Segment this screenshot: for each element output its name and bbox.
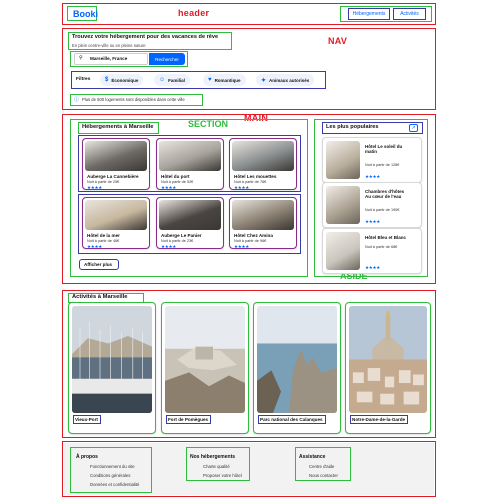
footer-link[interactable]: Proposer votre hôtel	[203, 473, 242, 478]
card-annotation-box	[156, 197, 224, 249]
nav-link-hebergements[interactable]: Hébergements	[348, 8, 390, 20]
card-annotation-box	[229, 197, 297, 249]
chart-icon: ↗	[409, 124, 418, 132]
rating-stars-icon: ★★★★	[365, 219, 380, 224]
map-pin-icon: ⚲	[79, 55, 83, 61]
card-annotation-box	[82, 197, 150, 249]
hebergement-card[interactable]: Hôtel du port Nuit à partir de 52€ ★★★★	[156, 138, 224, 190]
hebergement-card[interactable]: Auberge La Cannebière Nuit à partir de 25…	[82, 138, 150, 190]
popular-name: Chambres d'hôtes Au cœur de l'eau	[365, 189, 405, 200]
nav-link-activites[interactable]: Activités	[393, 8, 426, 20]
search-title: Trouvez votre hébergement pour des vacan…	[72, 34, 219, 40]
footer-hebergements-title: Nos hébergements	[190, 454, 236, 460]
popular-price: Nuit à partir de 128€	[365, 163, 400, 167]
popular-photo	[326, 232, 360, 270]
nav-link-hebergements-label: Hébergements	[352, 11, 386, 17]
section-annotation-label: SECTION	[188, 119, 229, 129]
info-text: Plus de 500 logements sont disponibles d…	[82, 97, 185, 102]
footer-assistance-title: Assistance	[299, 454, 326, 460]
footer-about-title: À propos	[76, 454, 98, 460]
activity-card[interactable]: Notre-Dame-de-la-Garde	[345, 302, 431, 434]
search-location-value: Marseille, France	[90, 56, 128, 61]
footer-link[interactable]: Nous contacter	[309, 473, 338, 478]
hebergements-title: Hébergements à Marseille	[82, 124, 154, 130]
footer-link[interactable]: Centre d'aide	[309, 464, 334, 469]
hebergement-card[interactable]: Auberge Le Panier Nuit à partir de 23€ ★★★…	[156, 197, 224, 249]
activity-card[interactable]: Parc national des Calanques	[253, 302, 341, 434]
footer-link[interactable]: Fonctionnement du site	[90, 464, 135, 469]
popular-photo	[326, 141, 360, 179]
filter-animaux[interactable]: ✦ Animaux autorisés	[256, 74, 315, 86]
popular-card[interactable]: Hôtel Bleu et Blanc Nuit à partir de 68€ ★…	[322, 228, 422, 274]
populaires-title: Les plus populaires	[326, 124, 379, 130]
nav-link-activites-label: Activités	[400, 11, 419, 17]
activity-card[interactable]: Fort de Pomègues	[161, 302, 249, 434]
search-subtitle: En plein centre-ville ou en pleine natur…	[72, 43, 146, 48]
header-annotation-label: header	[178, 8, 210, 18]
child-icon: ☺	[159, 77, 166, 83]
popular-card[interactable]: Hôtel Le soleil du matin Nuit à partir de…	[322, 137, 422, 183]
footer-link[interactable]: Conditions générales	[90, 473, 130, 478]
card-annotation-box	[82, 138, 150, 190]
filter-economique[interactable]: $ Économique	[100, 74, 144, 86]
popular-photo	[326, 186, 360, 224]
filter-animaux-label: Animaux autorisés	[269, 77, 310, 83]
popular-price: Nuit à partir de 190€	[365, 208, 400, 212]
activites-title: Activités à Marseille	[72, 294, 128, 300]
hebergement-card[interactable]: Hôtel Chez Amina Nuit à partir de 96€ ★★★★	[229, 197, 297, 249]
info-icon: ⓘ	[74, 97, 80, 103]
rating-stars-icon: ★★★★	[365, 265, 380, 270]
nav-annotation-label: NAV	[328, 36, 348, 46]
filter-familial-label: Familial	[168, 77, 185, 83]
filter-romantique-label: Romantique	[214, 77, 241, 83]
show-more-label: Afficher plus	[84, 262, 113, 267]
filter-familial[interactable]: ☺ Familial	[154, 74, 190, 86]
money-icon: $	[105, 77, 109, 83]
card-annotation-box	[229, 138, 297, 190]
popular-name: Hôtel Le soleil du matin	[365, 144, 403, 155]
search-submit-button[interactable]: Rechercher	[149, 53, 185, 65]
footer-link[interactable]: Données et confidentialité	[90, 482, 139, 487]
popular-name: Hôtel Bleu et Blanc	[365, 235, 407, 240]
hebergement-card[interactable]: Hôtel de la mer Nuit à partir de 46€ ★★★★	[82, 197, 150, 249]
activity-annotation-box	[161, 302, 249, 434]
footer-link[interactable]: Charte qualité	[203, 464, 230, 469]
hebergement-card[interactable]: Hôtel Les mouettes Nuit à partir de 76€ ★★…	[229, 138, 297, 190]
dog-icon: ✦	[261, 77, 267, 84]
popular-card[interactable]: Chambres d'hôtes Au cœur de l'eau Nuit à …	[322, 182, 422, 228]
activity-card[interactable]: Vieux-Port	[68, 302, 156, 434]
filter-romantique[interactable]: ♥ Romantique	[203, 74, 246, 86]
activity-annotation-box	[253, 302, 341, 434]
card-annotation-box	[156, 138, 224, 190]
activity-annotation-box	[68, 302, 156, 434]
activity-annotation-box	[345, 302, 431, 434]
heart-icon: ♥	[208, 77, 212, 83]
filters-label: Filtres	[76, 77, 91, 82]
filter-economique-label: Économique	[111, 77, 139, 83]
rating-stars-icon: ★★★★	[365, 174, 380, 179]
popular-price: Nuit à partir de 68€	[365, 245, 398, 249]
booki-logo[interactable]: Booki	[73, 9, 98, 19]
